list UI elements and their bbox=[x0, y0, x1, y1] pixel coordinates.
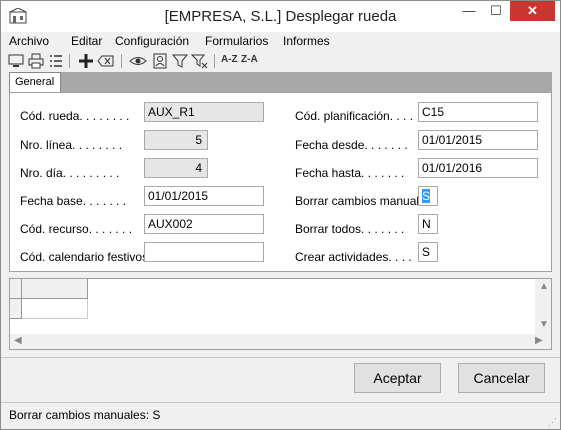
grid-cell[interactable] bbox=[22, 299, 88, 319]
crear-actividades-field[interactable]: S bbox=[418, 242, 438, 262]
toolbar: A-Z Z-A bbox=[1, 51, 560, 71]
borrar-cambios-manuales-value: S bbox=[422, 189, 431, 203]
borrar-cambios-manuales-label: Borrar cambios manuales. bbox=[295, 194, 436, 208]
crear-actividades-label: Crear actividades. . . . bbox=[295, 250, 412, 264]
fecha-base-field[interactable]: 01/01/2015 bbox=[144, 186, 264, 206]
sort-ascending-icon[interactable]: A-Z bbox=[221, 54, 238, 65]
menu-formularios[interactable]: Formularios bbox=[205, 34, 268, 48]
monitor-icon[interactable] bbox=[7, 52, 25, 70]
nro-dia-label: Nro. día. . . . . . . . . bbox=[20, 166, 120, 180]
fecha-hasta-label: Fecha hasta. . . . . . . bbox=[295, 166, 405, 180]
status-bar: Borrar cambios manuales: S ⋰ bbox=[1, 402, 560, 429]
cod-rueda-label: Cód. rueda. . . . . . . . bbox=[20, 109, 130, 123]
footer-divider bbox=[1, 357, 560, 358]
fecha-desde-field[interactable]: 01/01/2015 bbox=[418, 130, 538, 150]
maximize-button[interactable]: ☐ bbox=[483, 1, 509, 21]
accept-button[interactable]: Aceptar bbox=[354, 363, 441, 393]
cod-recurso-label: Cód. recurso. . . . . . . bbox=[20, 222, 133, 236]
scroll-right-icon[interactable]: ▶ bbox=[535, 335, 543, 346]
fecha-desde-label: Fecha desde. . . . . . . bbox=[295, 138, 408, 152]
minimize-button[interactable]: — bbox=[456, 1, 482, 21]
grid-row-header[interactable] bbox=[10, 299, 22, 319]
cancel-button[interactable]: Cancelar bbox=[458, 363, 545, 393]
fecha-hasta-field[interactable]: 01/01/2016 bbox=[418, 158, 538, 178]
menu-archivo[interactable]: Archivo bbox=[9, 34, 49, 48]
cod-planificacion-label: Cód. planificación. . . . bbox=[295, 109, 414, 123]
scroll-up-icon[interactable]: ▲ bbox=[539, 281, 549, 292]
list-icon[interactable] bbox=[47, 52, 65, 70]
close-button[interactable]: ✕ bbox=[510, 1, 555, 21]
scroll-down-icon[interactable]: ▼ bbox=[539, 319, 549, 330]
fecha-base-label: Fecha base. . . . . . . bbox=[20, 194, 127, 208]
scroll-left-icon[interactable]: ◀ bbox=[14, 335, 22, 346]
status-text: Borrar cambios manuales: S bbox=[9, 408, 161, 422]
title-bar: [EMPRESA, S.L.] Desplegar rueda — ☐ ✕ bbox=[1, 1, 560, 32]
filter-icon[interactable] bbox=[171, 52, 189, 70]
menu-editar[interactable]: Editar bbox=[71, 34, 102, 48]
nro-dia-field: 4 bbox=[144, 158, 208, 178]
borrar-todos-label: Borrar todos. . . . . . . bbox=[295, 222, 405, 236]
nro-linea-label: Nro. línea. . . . . . . . bbox=[20, 138, 123, 152]
printer-icon[interactable] bbox=[27, 52, 45, 70]
grid-horizontal-scrollbar[interactable]: ◀ ▶ bbox=[10, 334, 551, 349]
eye-icon[interactable] bbox=[129, 52, 147, 70]
borrar-todos-field[interactable]: N bbox=[418, 214, 438, 234]
grid-corner bbox=[10, 279, 22, 299]
toolbar-separator bbox=[121, 54, 122, 68]
sort-descending-icon[interactable]: Z-A bbox=[241, 54, 258, 65]
toolbar-separator bbox=[214, 54, 215, 68]
delete-icon[interactable] bbox=[97, 52, 115, 70]
tab-general[interactable]: General bbox=[9, 72, 61, 93]
user-card-icon[interactable] bbox=[151, 52, 169, 70]
grid-column-header[interactable] bbox=[22, 279, 88, 299]
cod-calendario-festivos-label: Cód. calendario festivos. bbox=[20, 250, 152, 264]
clear-filter-icon[interactable] bbox=[191, 52, 209, 70]
menu-informes[interactable]: Informes bbox=[283, 34, 330, 48]
toolbar-separator bbox=[69, 54, 70, 68]
general-form-panel: Cód. rueda. . . . . . . . AUX_R1 Nro. lí… bbox=[9, 92, 552, 272]
cod-recurso-field[interactable]: AUX002 bbox=[144, 214, 264, 234]
resize-grip-icon[interactable]: ⋰ bbox=[548, 417, 558, 427]
menu-bar: Archivo Editar Configuración Formularios… bbox=[1, 32, 560, 51]
tab-strip: General bbox=[9, 72, 552, 93]
add-icon[interactable] bbox=[77, 52, 95, 70]
app-window: [EMPRESA, S.L.] Desplegar rueda — ☐ ✕ Ar… bbox=[0, 0, 561, 430]
cod-calendario-festivos-field[interactable] bbox=[144, 242, 264, 262]
data-grid[interactable]: ▲ ▼ ◀ ▶ bbox=[9, 278, 552, 350]
cod-planificacion-field[interactable]: C15 bbox=[418, 102, 538, 122]
borrar-cambios-manuales-field[interactable]: S bbox=[418, 186, 438, 206]
grid-vertical-scrollbar[interactable]: ▲ ▼ bbox=[535, 279, 551, 334]
nro-linea-field: 5 bbox=[144, 130, 208, 150]
cod-rueda-field: AUX_R1 bbox=[144, 102, 264, 122]
menu-configuracion[interactable]: Configuración bbox=[115, 34, 189, 48]
